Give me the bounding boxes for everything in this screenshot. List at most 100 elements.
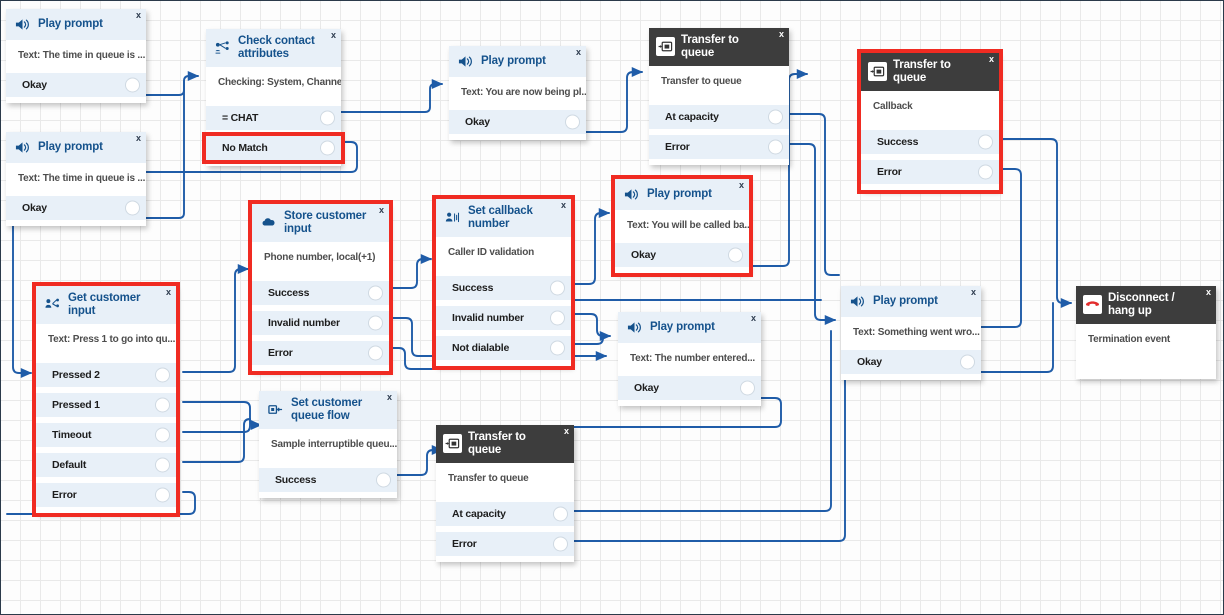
port-success[interactable]: Success <box>436 275 571 300</box>
port-pressed-1[interactable]: Pressed 1 <box>36 392 176 417</box>
close-icon[interactable]: x <box>779 30 784 39</box>
close-icon[interactable]: x <box>1206 288 1211 297</box>
node-header[interactable]: Transfer to queue x <box>649 28 789 66</box>
node-header[interactable]: Play prompt x <box>6 9 146 40</box>
node-transfer-to-queue-bottom[interactable]: Transfer to queue x Transfer to queue At… <box>436 425 574 562</box>
node-header[interactable]: Play prompt x <box>618 312 761 343</box>
port-connector-dot[interactable] <box>320 110 335 126</box>
port-connector-dot[interactable] <box>960 354 975 370</box>
port-success[interactable]: Success <box>861 129 999 154</box>
close-icon[interactable]: x <box>379 206 384 215</box>
node-play-prompt-queue-time-1[interactable]: Play prompt x Text: The time in queue is… <box>6 9 146 103</box>
close-icon[interactable]: x <box>576 48 581 57</box>
node-play-prompt-being-placed[interactable]: Play prompt x Text: You are now being pl… <box>449 46 586 140</box>
port-connector-dot[interactable] <box>376 472 391 488</box>
node-play-prompt-something-wrong[interactable]: Play prompt x Text: Something went wro..… <box>841 286 981 380</box>
close-icon[interactable]: x <box>331 31 336 40</box>
node-play-prompt-called-back[interactable]: Play prompt x Text: You will be called b… <box>611 175 753 277</box>
close-icon[interactable]: x <box>739 181 744 190</box>
close-icon[interactable]: x <box>971 288 976 297</box>
port-not-dialable[interactable]: Not dialable <box>436 335 571 360</box>
port-error[interactable]: Error <box>861 159 999 184</box>
node-transfer-to-queue-callback[interactable]: Transfer to queue x Callback Success Err… <box>857 49 1003 194</box>
node-store-customer-input[interactable]: Store customer input x Phone number, loc… <box>248 200 393 375</box>
port-error[interactable]: Error <box>436 531 574 556</box>
port-okay[interactable]: Okay <box>449 110 586 134</box>
port-connector-dot[interactable] <box>155 367 170 383</box>
port-at-capacity[interactable]: At capacity <box>649 104 789 129</box>
port-connector-dot[interactable] <box>368 285 383 301</box>
close-icon[interactable]: x <box>564 427 569 436</box>
node-check-contact-attributes[interactable]: Check contact attributes x Checking: Sys… <box>202 29 345 166</box>
port-okay[interactable]: Okay <box>618 376 761 400</box>
node-header[interactable]: Play prompt x <box>449 46 586 77</box>
port-connector-dot[interactable] <box>125 200 140 216</box>
queue-flow-icon <box>266 400 285 419</box>
port-connector-dot[interactable] <box>550 280 565 296</box>
node-header[interactable]: Store customer input x <box>252 204 389 242</box>
close-icon[interactable]: x <box>561 201 566 210</box>
port-connector-dot[interactable] <box>368 315 383 331</box>
port-connector-dot[interactable] <box>978 134 993 150</box>
port-connector-dot[interactable] <box>155 487 170 503</box>
port-okay[interactable]: Okay <box>6 73 146 97</box>
port-connector-dot[interactable] <box>768 109 783 125</box>
port-equals-chat[interactable]: = CHAT <box>206 105 341 130</box>
port-connector-dot[interactable] <box>550 310 565 326</box>
port-no-match[interactable]: No Match <box>202 131 345 164</box>
port-okay[interactable]: Okay <box>6 196 146 220</box>
port-timeout[interactable]: Timeout <box>36 422 176 447</box>
node-header[interactable]: Check contact attributes x <box>206 29 341 67</box>
node-header[interactable]: Disconnect / hang up x <box>1076 286 1216 324</box>
node-header[interactable]: Transfer to queue x <box>436 425 574 463</box>
port-pressed-2[interactable]: Pressed 2 <box>36 362 176 387</box>
port-error[interactable]: Error <box>649 134 789 159</box>
port-connector-dot[interactable] <box>368 345 383 361</box>
port-connector-dot[interactable] <box>125 77 140 93</box>
node-play-prompt-number-entered[interactable]: Play prompt x Text: The number entered..… <box>618 312 761 406</box>
port-invalid-number[interactable]: Invalid number <box>252 310 389 335</box>
port-error[interactable]: Error <box>252 340 389 365</box>
port-success[interactable]: Success <box>252 280 389 305</box>
close-icon[interactable]: x <box>166 288 171 297</box>
port-default[interactable]: Default <box>36 452 176 477</box>
port-connector-dot[interactable] <box>728 247 743 263</box>
close-icon[interactable]: x <box>136 134 141 143</box>
node-transfer-to-queue-top[interactable]: Transfer to queue x Transfer to queue At… <box>649 28 789 165</box>
port-connector-dot[interactable] <box>553 536 568 552</box>
port-connector-dot[interactable] <box>768 139 783 155</box>
node-set-customer-queue-flow[interactable]: Set customer queue flow x Sample interru… <box>259 391 397 498</box>
flow-canvas[interactable]: Play prompt x Text: The time in queue is… <box>0 0 1224 615</box>
node-header[interactable]: Get customer input x <box>36 286 176 324</box>
node-disconnect-hang-up[interactable]: Disconnect / hang up x Termination event <box>1076 286 1216 379</box>
close-icon[interactable]: x <box>989 55 994 64</box>
node-header[interactable]: Set callback number x <box>436 199 571 237</box>
port-connector-dot[interactable] <box>978 164 993 180</box>
port-connector-dot[interactable] <box>155 457 170 473</box>
close-icon[interactable]: x <box>387 393 392 402</box>
node-header[interactable]: Play prompt x <box>841 286 981 317</box>
close-icon[interactable]: x <box>136 11 141 20</box>
node-set-callback-number[interactable]: Set callback number x Caller ID validati… <box>432 195 575 370</box>
port-connector-dot[interactable] <box>553 506 568 522</box>
port-at-capacity[interactable]: At capacity <box>436 501 574 526</box>
port-connector-dot[interactable] <box>740 380 755 396</box>
node-header[interactable]: Set customer queue flow x <box>259 391 397 429</box>
node-get-customer-input[interactable]: Get customer input x Text: Press 1 to go… <box>32 282 180 517</box>
port-label: At capacity <box>665 110 719 123</box>
node-header[interactable]: Transfer to queue x <box>861 53 999 91</box>
node-header[interactable]: Play prompt x <box>615 179 749 210</box>
port-connector-dot[interactable] <box>320 140 335 156</box>
close-icon[interactable]: x <box>751 314 756 323</box>
port-connector-dot[interactable] <box>155 427 170 443</box>
port-connector-dot[interactable] <box>550 340 565 356</box>
node-header[interactable]: Play prompt x <box>6 132 146 163</box>
port-okay[interactable]: Okay <box>615 243 749 267</box>
port-connector-dot[interactable] <box>155 397 170 413</box>
port-error[interactable]: Error <box>36 482 176 507</box>
port-success[interactable]: Success <box>259 467 397 492</box>
node-play-prompt-queue-time-2[interactable]: Play prompt x Text: The time in queue is… <box>6 132 146 226</box>
port-invalid-number[interactable]: Invalid number <box>436 305 571 330</box>
port-okay[interactable]: Okay <box>841 350 981 374</box>
port-connector-dot[interactable] <box>565 114 580 130</box>
